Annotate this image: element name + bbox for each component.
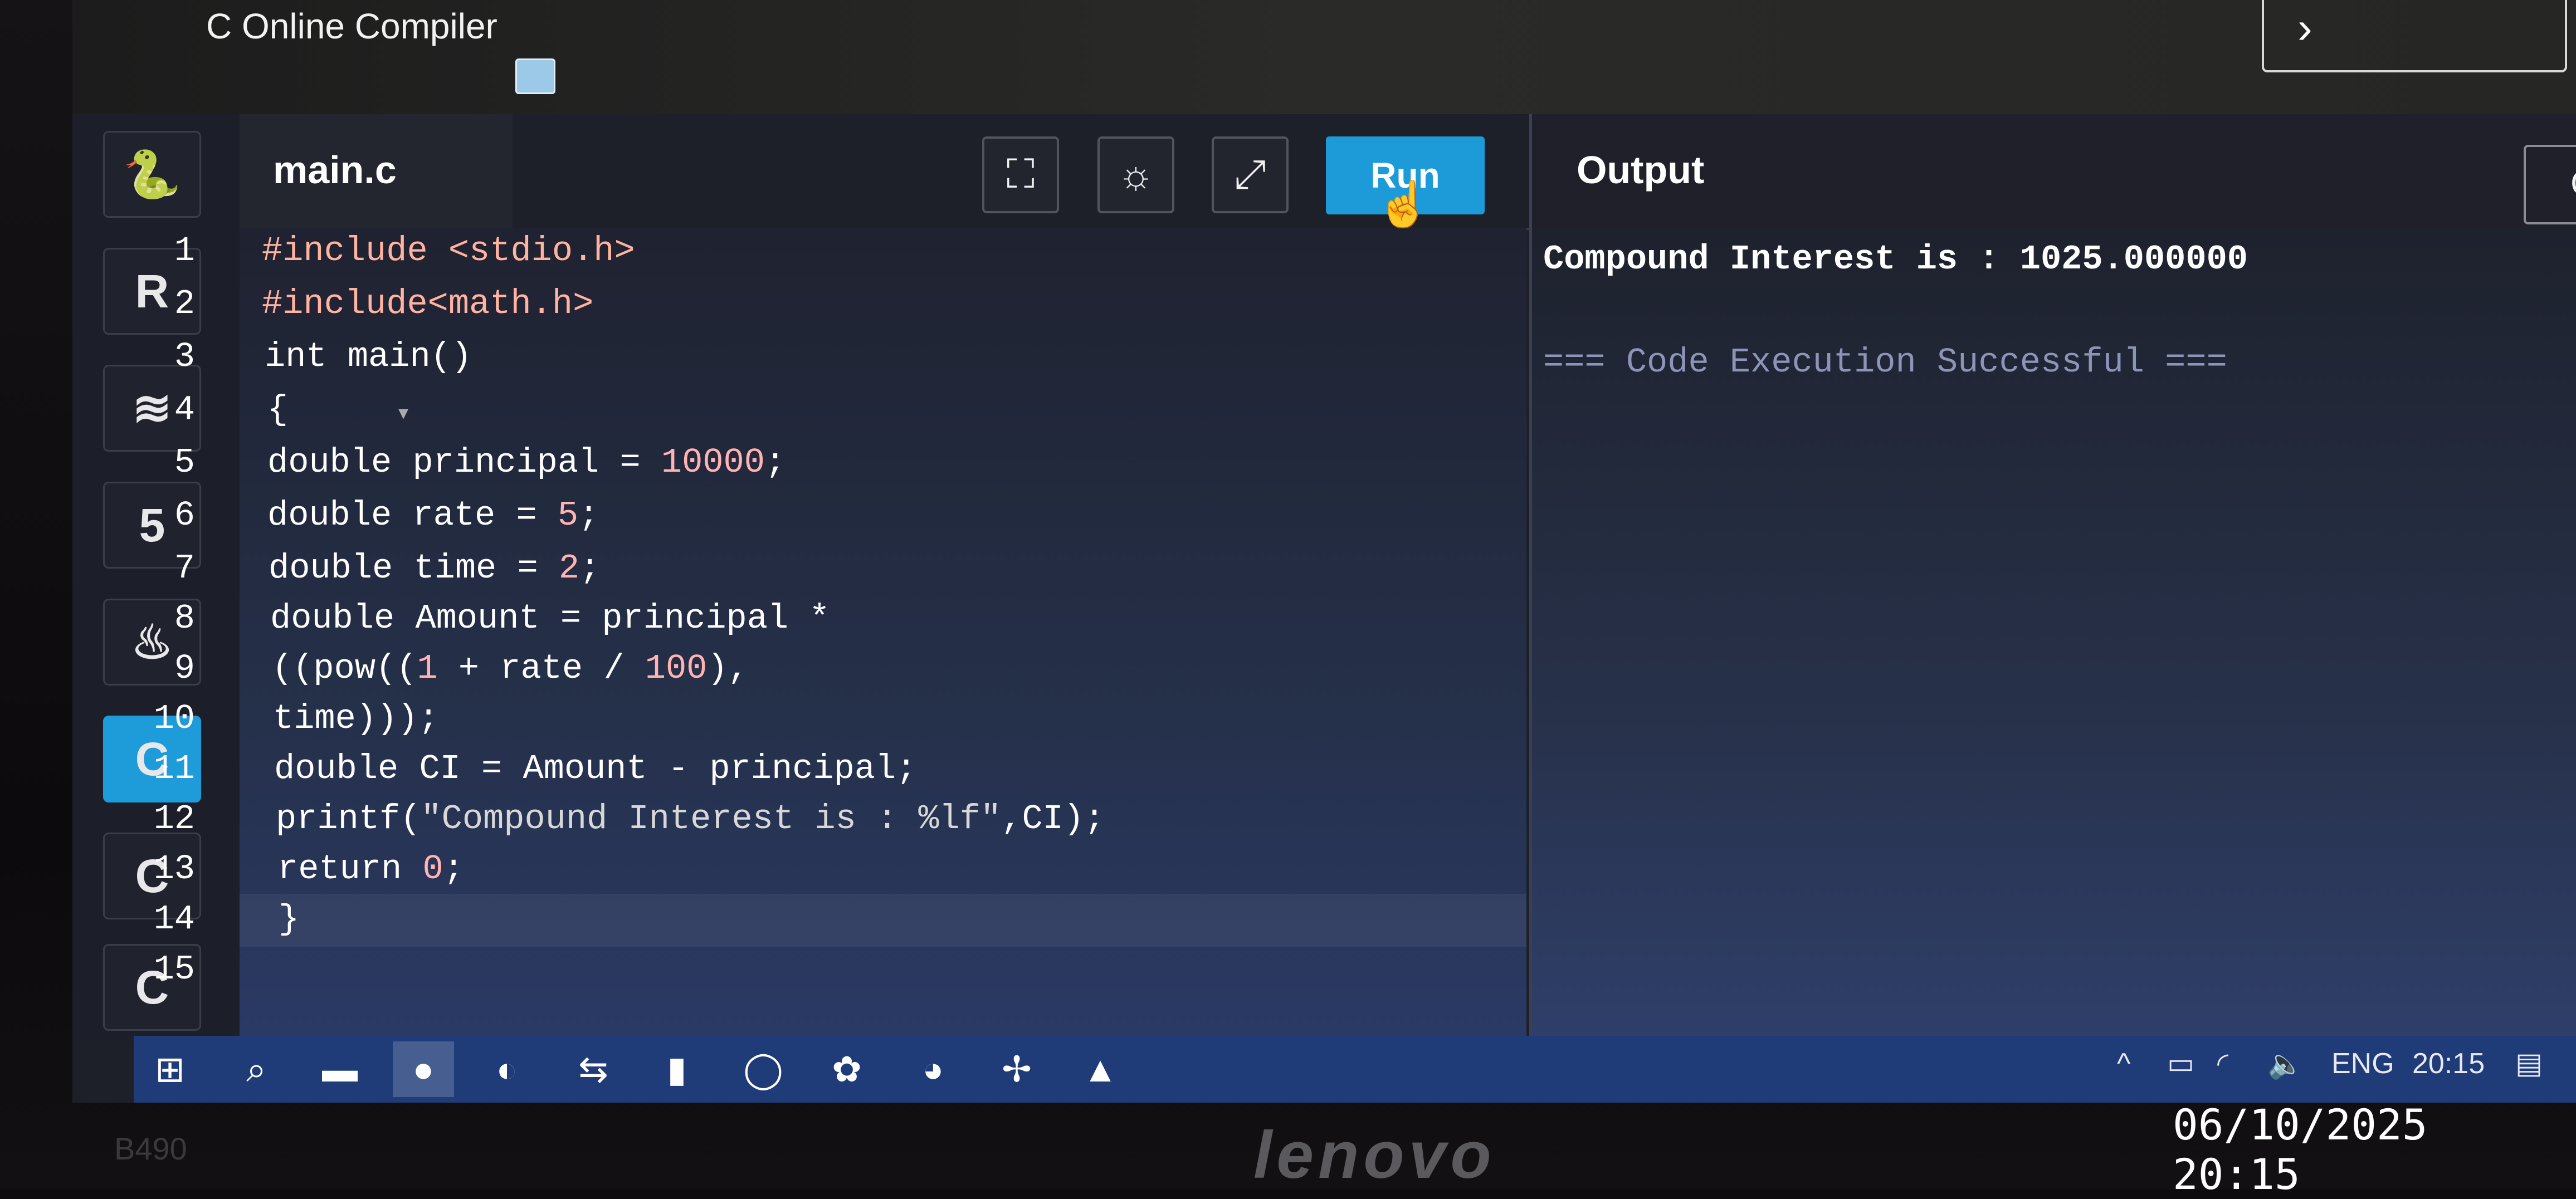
line-number: 14 [153,899,195,939]
line-number: 10 [153,699,195,738]
fold-arrow-icon[interactable]: ▾ [398,401,408,424]
edge-beta-icon[interactable]: ◐ [476,1041,538,1097]
clear-button[interactable]: Clear [2524,145,2576,224]
output-status-line: === Code Execution Successful === [1543,342,2227,382]
volume-icon[interactable]: 🔈 [2267,1047,2304,1081]
code-line: { [267,390,289,429]
share-button[interactable]: ⤢ [1212,136,1289,213]
share-icon: ⤢ [1234,152,1266,197]
notifications-icon[interactable]: ▤ [2515,1047,2543,1080]
chevron-right-icon: › [2297,3,2312,52]
office-doc-icon[interactable]: ▮ [646,1041,708,1097]
line-number: 5 [174,443,195,482]
code-line: int main() [265,337,472,376]
chevron-up-icon[interactable]: ^ [2117,1047,2130,1080]
windows-start-icon[interactable]: ⊞ [139,1041,201,1097]
line-number: 7 [174,549,195,588]
line-number: 1 [174,231,195,271]
output-header: Output Clear [1532,114,2576,230]
brand-logo: lenovo [1253,1118,1496,1192]
clear-label: Clear [2570,164,2576,203]
file-explorer-icon[interactable]: ▬ [309,1041,370,1097]
battery-icon[interactable]: ▭ [2167,1047,2194,1080]
editor-header: main.c ⛶ ☼ ⤢ Run [240,114,1532,230]
screen: C Online Compiler › 🐍 R ≋ 5 ♨ C C C main… [72,0,2576,1103]
code-line: #include<math.h> [262,284,594,324]
theme-button[interactable]: ☼ [1097,136,1174,213]
line-number: 4 [174,390,195,429]
code-line: double Amount = principal * [270,599,830,638]
tab-preview-icon [515,58,555,94]
code-line: ((pow((1 + rate / 100), [272,649,749,688]
acrobat-icon[interactable]: ▲ [1070,1041,1131,1097]
line-number: 13 [153,849,195,889]
fullscreen-icon: ⛶ [1006,152,1035,197]
code-line: return 0; [277,849,464,889]
clock[interactable]: 20:15 [2412,1047,2485,1080]
code-line: double time = 2; [269,549,601,588]
tab-main-c[interactable]: main.c [240,114,513,228]
chrome-canary-icon[interactable]: ◕ [902,1041,964,1097]
wifi-icon[interactable]: ◜ [2217,1047,2228,1080]
code-line: double CI = Amount - principal; [274,749,917,789]
line-number: 8 [174,599,195,638]
title-bar: C Online Compiler › [72,0,2576,114]
code-line: #include <stdio.h> [262,231,635,271]
code-line: time))); [273,699,439,738]
pinwheel-app-icon[interactable]: ✢ [986,1041,1047,1097]
line-number: 11 [153,749,195,789]
chatgpt-icon[interactable]: ✿ [816,1041,877,1097]
active-line-highlight [240,894,1526,947]
line-number: 6 [174,496,195,535]
hand-cursor-icon: ☝ [1376,179,1432,229]
line-number: 3 [174,337,195,376]
collapse-button[interactable]: › [2262,0,2567,72]
fullscreen-button[interactable]: ⛶ [982,136,1059,213]
code-line: double rate = 5; [267,496,599,535]
python-icon[interactable]: 🐍 [103,131,201,218]
taskbar: ⊞ ⌕ ▬ ● ◐ ⇆ ▮ ◯ ✿ ◕ ✢ ▲ ^ ▭ ◜ 🔈 ENG 20:1… [134,1036,2576,1103]
output-title: Output [1577,148,1705,192]
language-indicator[interactable]: ENG [2331,1047,2394,1080]
output-result-line: Compound Interest is : 1025.000000 [1543,239,2248,279]
tab-label: main.c [273,148,397,192]
output-console: Compound Interest is : 1025.000000 === C… [1532,228,2576,1041]
sun-icon: ☼ [1118,153,1154,197]
code-line: printf("Compound Interest is : %lf",CI); [276,799,1105,839]
code-line: double principal = 10000; [267,443,786,482]
photo-timestamp: 06/10/2025 20:15 [2173,1100,2428,1199]
line-number: 12 [153,799,195,839]
line-number: 15 [153,950,195,989]
device-model-label: B490 [114,1131,187,1166]
window-title: C Online Compiler [206,6,497,46]
code-line: } [279,899,300,939]
line-number: 9 [174,649,195,688]
search-icon[interactable]: ⌕ [226,1041,287,1097]
teamviewer-icon[interactable]: ⇆ [563,1041,624,1097]
line-number: 2 [174,284,195,324]
firefox-icon[interactable]: ● [393,1041,454,1097]
whatsapp-icon[interactable]: ◯ [733,1041,794,1097]
